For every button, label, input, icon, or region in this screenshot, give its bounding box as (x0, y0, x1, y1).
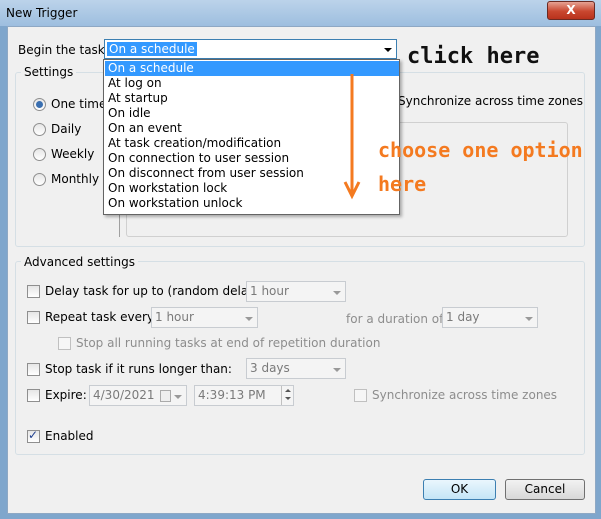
annotation-choose-line1: choose one option (378, 138, 583, 162)
settings-group-title: Settings (21, 65, 77, 79)
annotation-choose-line2: here (378, 172, 427, 196)
spinner-icon[interactable] (281, 386, 294, 405)
delay-label: Delay task for up to (random delay): (45, 284, 265, 298)
expire-time-picker[interactable]: 4:39:13 PM (194, 385, 294, 406)
stop-longer-value: 3 days (250, 361, 290, 375)
delay-checkbox[interactable] (27, 285, 40, 298)
duration-label: for a duration of: (346, 312, 447, 326)
down-arrow-annotation (343, 74, 361, 200)
checkmark-icon: ✓ (28, 428, 39, 442)
repeat-combo[interactable]: 1 hour (151, 307, 258, 328)
expire-date-value: 4/30/2021 (93, 388, 155, 402)
radio-weekly-label: Weekly (51, 147, 95, 161)
title-bar[interactable]: New Trigger X (0, 0, 601, 26)
stop-longer-combo[interactable]: 3 days (246, 358, 346, 379)
stop-longer-label: Stop task if it runs longer than: (45, 362, 232, 376)
chevron-down-icon[interactable] (384, 48, 392, 52)
begin-task-label: Begin the task: (18, 43, 109, 57)
expire-sync-checkbox[interactable] (354, 389, 367, 402)
duration-combo[interactable]: 1 day (442, 307, 538, 328)
stop-running-checkbox[interactable] (58, 337, 71, 350)
delay-combo[interactable]: 1 hour (246, 281, 346, 302)
stop-running-label: Stop all running tasks at end of repetit… (76, 336, 381, 350)
advanced-settings-title: Advanced settings (21, 255, 138, 269)
expire-date-picker[interactable]: 4/30/2021 (89, 385, 187, 406)
enabled-label: Enabled (45, 429, 94, 443)
expire-label: Expire: (45, 388, 87, 402)
stop-longer-checkbox[interactable] (27, 363, 40, 376)
radio-daily-label: Daily (51, 122, 82, 136)
chevron-down-icon[interactable] (333, 290, 341, 295)
repeat-label: Repeat task every: (45, 310, 158, 324)
duration-value: 1 day (446, 310, 480, 324)
radio-one-time[interactable] (33, 98, 46, 111)
repeat-checkbox[interactable] (27, 311, 40, 324)
delay-value: 1 hour (250, 284, 289, 298)
begin-task-selected: On a schedule (107, 42, 197, 56)
cancel-button[interactable]: Cancel (505, 479, 585, 500)
radio-monthly[interactable] (33, 173, 46, 186)
radio-monthly-label: Monthly (51, 172, 100, 186)
chevron-down-icon[interactable] (525, 316, 533, 321)
expire-checkbox[interactable] (27, 389, 40, 402)
expire-time-value: 4:39:13 PM (198, 388, 266, 402)
enabled-checkbox[interactable]: ✓ (27, 428, 40, 443)
dialog-window: New Trigger X Begin the task: On a sched… (0, 0, 601, 519)
radio-selected-dot (36, 101, 43, 108)
calendar-icon[interactable] (160, 390, 171, 402)
expire-sync-label: Synchronize across time zones (372, 388, 558, 402)
radio-one-time-label: One time (51, 97, 107, 111)
close-button[interactable]: X (547, 1, 595, 20)
repeat-value: 1 hour (155, 310, 194, 324)
chevron-down-icon[interactable] (333, 367, 341, 372)
chevron-down-icon[interactable] (245, 316, 253, 321)
window-title: New Trigger (6, 6, 78, 20)
radio-weekly[interactable] (33, 148, 46, 161)
chevron-down-icon[interactable] (174, 394, 182, 399)
begin-task-combo[interactable]: On a schedule (104, 39, 397, 59)
sync-timezones-label: Synchronize across time zones (398, 94, 584, 108)
annotation-click-here: click here (407, 44, 540, 69)
radio-daily[interactable] (33, 123, 46, 136)
ok-button[interactable]: OK (423, 479, 496, 500)
